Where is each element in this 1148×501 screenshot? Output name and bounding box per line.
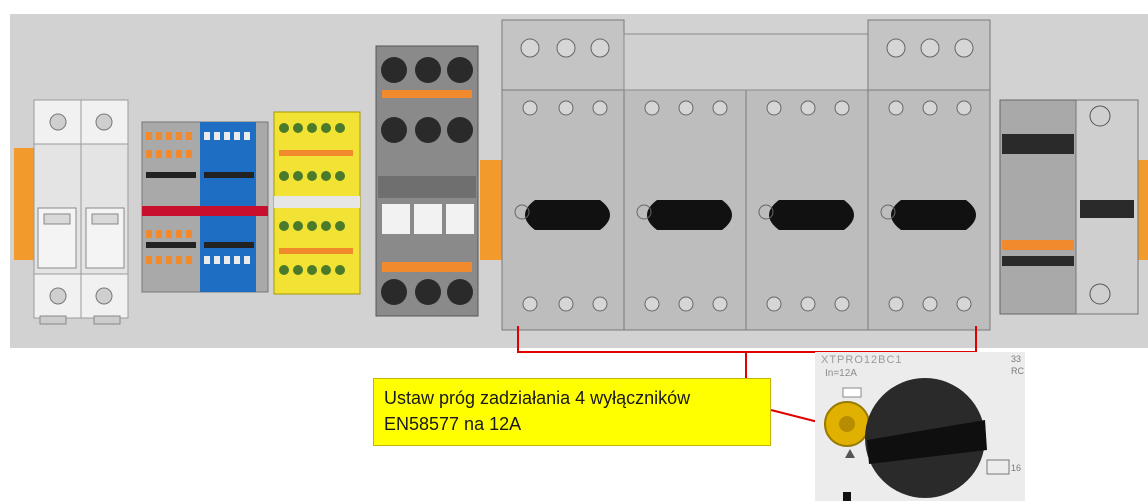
detail-corner-top: 33: [1011, 354, 1022, 364]
callout-line-2: EN58577 na 12A: [384, 414, 522, 434]
breaker-detail-photo: XTPRO12BC1 In=12A 33 RC 16: [815, 352, 1025, 501]
callout-line-1: Ustaw próg zadziałania 4 wyłączników: [384, 388, 691, 408]
motor-breaker-3: [745, 89, 869, 331]
instruction-callout: Ustaw próg zadziałania 4 wyłączników EN5…: [373, 378, 771, 446]
motor-breaker-2: [623, 89, 747, 331]
detail-corner-mid: RC: [1011, 366, 1024, 376]
terminal-block-dark: [375, 45, 479, 317]
relay-block-right: [999, 99, 1139, 315]
detail-corner-bot: 16: [1011, 463, 1022, 473]
fuse-holder: [33, 99, 129, 325]
terminal-block-yellow: [273, 111, 361, 295]
busbar-top: [501, 19, 991, 91]
motor-breaker-4: [867, 89, 991, 331]
din-rail-mid: [480, 160, 502, 260]
motor-breaker-1: [501, 89, 625, 331]
terminal-block-grey-blue: [141, 121, 269, 293]
detail-model-label: XTPRO12BC1: [821, 354, 903, 366]
detail-rating-label: In=12A: [825, 368, 857, 379]
